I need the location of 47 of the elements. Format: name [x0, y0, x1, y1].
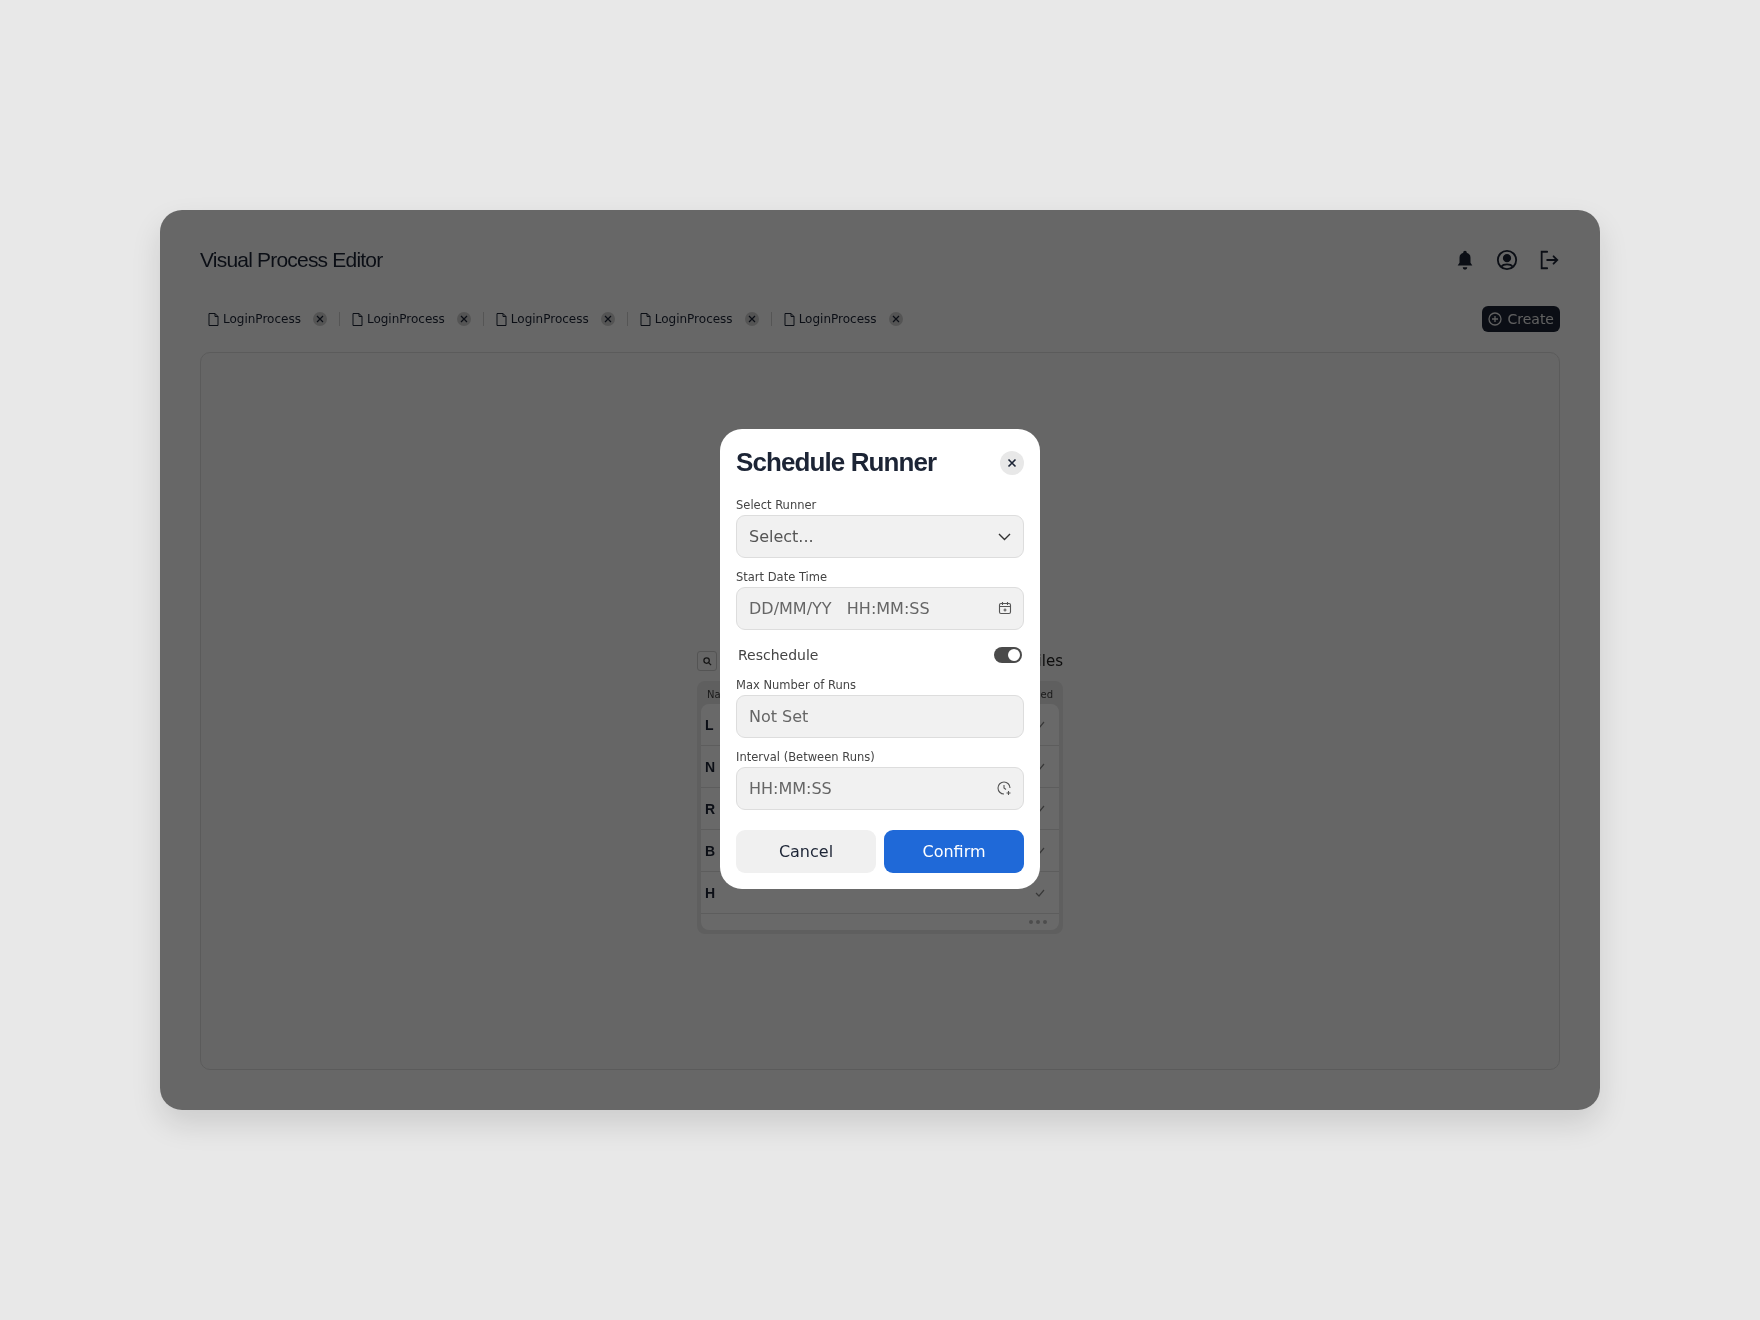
file-icon — [495, 312, 507, 326]
cancel-button[interactable]: Cancel — [736, 830, 876, 873]
file-icon — [639, 312, 651, 326]
date-time-field[interactable]: DD/MM/YY HH:MM:SS — [736, 587, 1024, 630]
close-tab-button[interactable] — [312, 312, 327, 326]
confirm-button[interactable]: Confirm — [884, 830, 1024, 873]
field-label: Start Date Time — [736, 570, 829, 584]
close-tab-button[interactable] — [744, 312, 759, 326]
file-tab[interactable]: LoginProcess — [654, 312, 733, 326]
close-tab-button[interactable] — [456, 312, 471, 326]
app-title: Visual Process Editor — [200, 248, 383, 272]
calendar-icon[interactable] — [998, 601, 1012, 615]
field-label: Max Number of Runs — [736, 678, 858, 692]
field-label: Reschedule — [738, 647, 819, 663]
file-tab[interactable]: LoginProcess — [223, 312, 301, 326]
close-button[interactable] — [1000, 450, 1024, 475]
search-icon — [702, 656, 712, 666]
file-name: L — [705, 716, 714, 733]
close-tab-button[interactable] — [888, 312, 903, 326]
file-name: R — [705, 800, 716, 817]
dialog-title: Schedule Runner — [736, 447, 937, 478]
search-button[interactable] — [697, 651, 717, 671]
clock-icon[interactable] — [997, 781, 1012, 796]
file-icon — [351, 312, 363, 326]
file-name: B — [705, 842, 716, 859]
interval-field[interactable]: HH:MM:SS — [736, 767, 1024, 810]
file-tab[interactable]: LoginProcess — [798, 312, 877, 326]
close-tab-button[interactable] — [600, 312, 615, 326]
close-icon — [1007, 457, 1017, 468]
user-icon[interactable] — [1496, 249, 1518, 271]
logout-icon[interactable] — [1538, 249, 1560, 271]
create-button[interactable]: Create — [1482, 306, 1560, 332]
chevron-down-icon — [998, 532, 1011, 541]
field-label: Select Runner — [736, 498, 818, 512]
plus-circle-icon — [1488, 312, 1503, 326]
field-label: Interval (Between Runs) — [736, 750, 876, 764]
runs-field[interactable]: Not Set — [736, 695, 1024, 738]
file-icon — [783, 312, 795, 326]
runner-select[interactable]: Select... — [736, 515, 1024, 558]
column-header: ed — [1040, 689, 1053, 700]
file-name: N — [705, 758, 716, 775]
reschedule-toggle[interactable] — [994, 647, 1022, 663]
file-icon — [208, 312, 219, 326]
column-header: Na — [707, 689, 721, 700]
file-tab[interactable]: LoginProcess — [510, 312, 589, 326]
file-name: H — [705, 884, 716, 901]
file-tab[interactable]: LoginProcess — [366, 312, 445, 326]
